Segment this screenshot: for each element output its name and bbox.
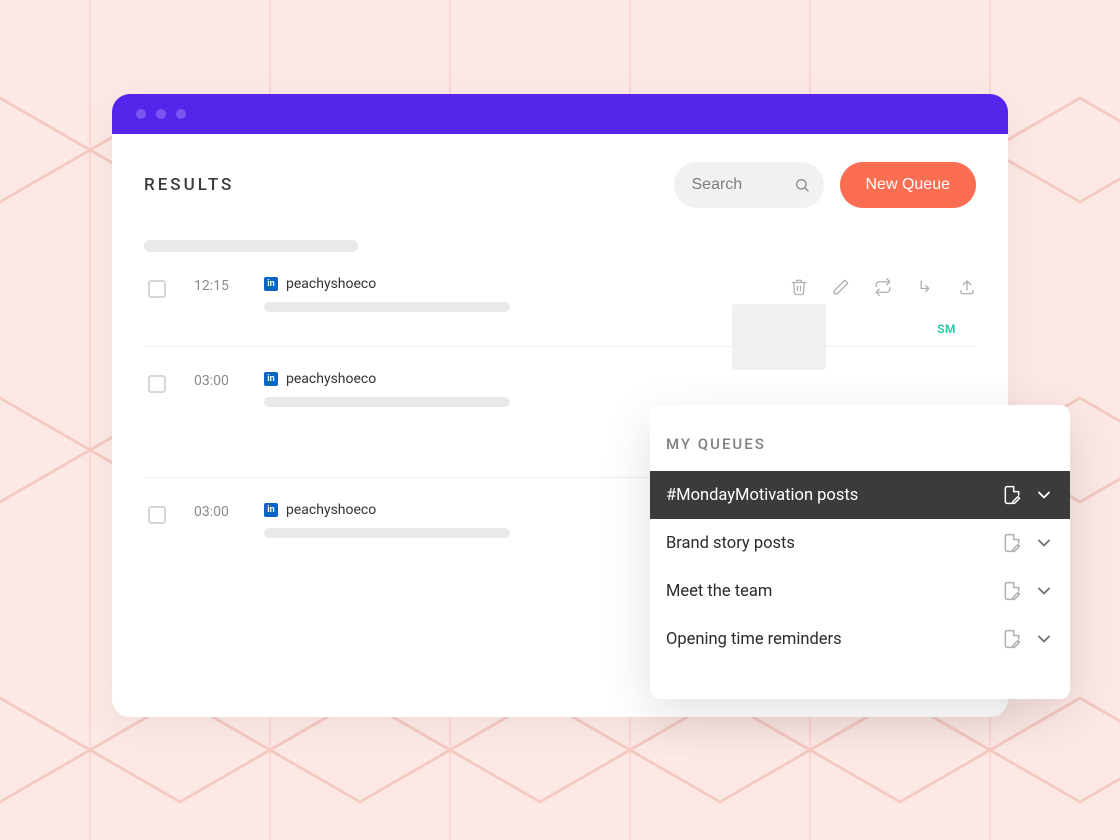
select-checkbox[interactable]	[148, 506, 166, 524]
chevron-down-icon[interactable]	[1034, 485, 1054, 505]
linkedin-icon: in	[264, 503, 278, 517]
post-time: 03:00	[194, 371, 240, 407]
delete-icon[interactable]	[790, 278, 808, 296]
file-edit-icon[interactable]	[1002, 533, 1022, 553]
post-time: 12:15	[194, 276, 240, 322]
search-input[interactable]	[692, 176, 786, 194]
post-row: 12:15 in peachyshoeco SM	[144, 252, 976, 347]
post-body: in peachyshoeco	[264, 371, 976, 407]
queue-item-label: #MondayMotivation posts	[666, 486, 990, 505]
linkedin-icon: in	[264, 277, 278, 291]
window-control-minimize[interactable]	[156, 109, 166, 119]
topbar: RESULTS New Queue	[144, 162, 976, 208]
move-down-icon[interactable]	[916, 278, 934, 296]
post-time: 03:00	[194, 502, 240, 538]
file-edit-icon[interactable]	[1002, 629, 1022, 649]
queue-item-label: Opening time reminders	[666, 630, 990, 649]
select-checkbox[interactable]	[148, 375, 166, 393]
page-title: RESULTS	[144, 175, 234, 195]
account-line: in peachyshoeco	[264, 276, 790, 292]
file-edit-icon[interactable]	[1002, 485, 1022, 505]
post-text-placeholder	[264, 397, 510, 407]
post-body: in peachyshoeco	[264, 276, 790, 322]
account-name: peachyshoeco	[286, 371, 376, 387]
chevron-down-icon[interactable]	[1034, 581, 1054, 601]
queue-item-label: Brand story posts	[666, 534, 990, 553]
queue-item-opening-reminders[interactable]: Opening time reminders	[650, 615, 1070, 663]
queues-heading: MY QUEUES	[650, 435, 1070, 471]
window-control-zoom[interactable]	[176, 109, 186, 119]
chevron-down-icon[interactable]	[1034, 533, 1054, 553]
window-titlebar	[112, 94, 1008, 134]
account-name: peachyshoeco	[286, 502, 376, 518]
file-edit-icon[interactable]	[1002, 581, 1022, 601]
status-badge: SM	[937, 322, 956, 336]
search-icon	[794, 177, 810, 193]
queue-item-label: Meet the team	[666, 582, 990, 601]
queue-item-meet-team[interactable]: Meet the team	[650, 567, 1070, 615]
repeat-icon[interactable]	[874, 278, 892, 296]
post-text-placeholder	[264, 528, 510, 538]
edit-icon[interactable]	[832, 278, 850, 296]
queues-panel: MY QUEUES #MondayMotivation posts Brand …	[650, 405, 1070, 699]
account-name: peachyshoeco	[286, 276, 376, 292]
queue-item-monday-motivation[interactable]: #MondayMotivation posts	[650, 471, 1070, 519]
chevron-down-icon[interactable]	[1034, 629, 1054, 649]
search-field[interactable]	[674, 162, 824, 208]
upload-icon[interactable]	[958, 278, 976, 296]
new-queue-button[interactable]: New Queue	[840, 162, 977, 208]
account-line: in peachyshoeco	[264, 371, 976, 387]
window-control-close[interactable]	[136, 109, 146, 119]
linkedin-icon: in	[264, 372, 278, 386]
queue-item-brand-story[interactable]: Brand story posts	[650, 519, 1070, 567]
section-placeholder	[144, 240, 358, 252]
select-checkbox[interactable]	[148, 280, 166, 298]
post-text-placeholder	[264, 302, 510, 312]
